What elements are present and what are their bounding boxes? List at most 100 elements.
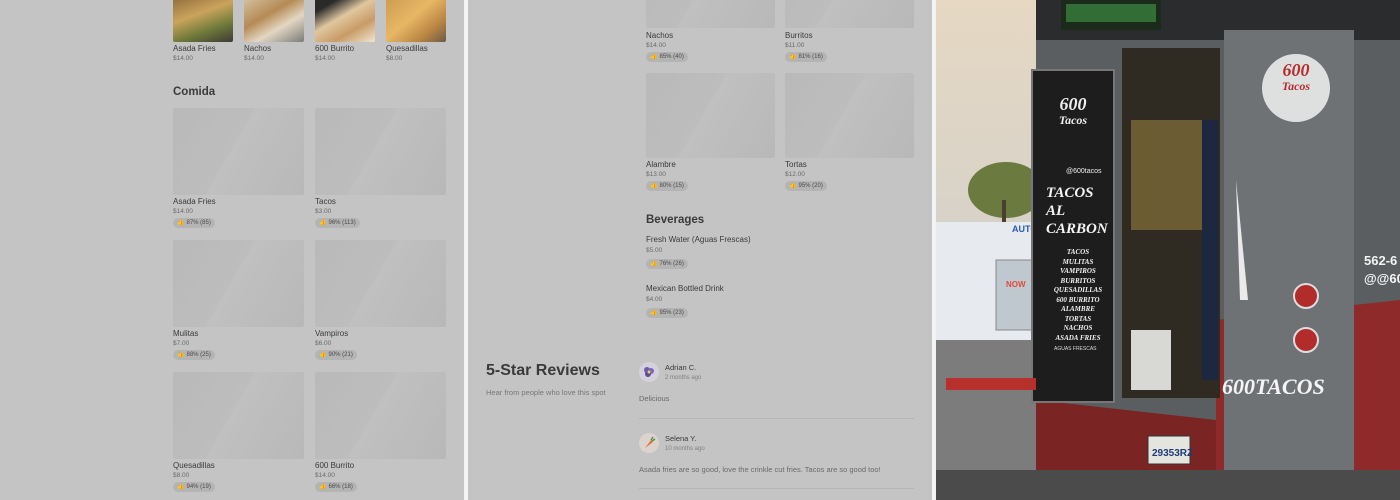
thumbs-up-icon: 👍 bbox=[319, 352, 327, 358]
menu-item-tile[interactable] bbox=[315, 240, 446, 327]
door-menu-item: QUESADILLAS bbox=[1053, 286, 1103, 294]
menu-item-rating: 👍 95% (20) bbox=[785, 181, 827, 191]
door-menu-item: 600 BURRITO bbox=[1056, 295, 1100, 304]
door-menu-item: ALAMBRE bbox=[1061, 305, 1095, 313]
side-handle-text: @@60 bbox=[1364, 271, 1400, 286]
door-menu-item: NACHOS bbox=[1063, 324, 1093, 332]
menu-item-name: Nachos bbox=[646, 31, 674, 40]
menu-item-name: Burritos bbox=[785, 31, 813, 40]
food-truck-illustration: AUTO NOW 29353RZ bbox=[936, 0, 1400, 500]
side-brand-text: 600TACOS bbox=[1222, 374, 1325, 399]
menu-item-name: Tacos bbox=[315, 197, 336, 206]
menu-item-tile[interactable] bbox=[785, 73, 914, 158]
beverage-name[interactable]: Mexican Bottled Drink bbox=[646, 284, 724, 293]
menu-item-rating: 👍 66% (18) bbox=[315, 482, 357, 492]
door-logo-number: 600 bbox=[1059, 94, 1087, 114]
rating-text: 80% (15) bbox=[659, 183, 684, 189]
door-menu-item: MULITAS bbox=[1062, 257, 1094, 266]
review-text: Asada fries are so good, love the crinkl… bbox=[639, 465, 881, 474]
menu-item-tile[interactable] bbox=[173, 240, 304, 327]
top-item-name: Asada Fries bbox=[173, 44, 216, 53]
reviews-title: 5-Star Reviews bbox=[486, 362, 600, 379]
menu-item-price: $12.00 bbox=[785, 171, 805, 178]
review-divider bbox=[639, 488, 914, 489]
door-menu-item: ASADA FRIES bbox=[1055, 333, 1101, 342]
door-menu-item: VAMPIROS bbox=[1060, 267, 1096, 275]
rating-text: 76% (26) bbox=[659, 261, 684, 267]
rating-text: 95% (23) bbox=[659, 310, 684, 316]
review-time: 10 months ago bbox=[665, 446, 705, 452]
door-logo-word: Tacos bbox=[1058, 113, 1088, 127]
license-plate-text: 29353RZ bbox=[1152, 448, 1193, 459]
rating-text: 81% (16) bbox=[798, 54, 823, 60]
item-photo-asada-fries[interactable] bbox=[173, 0, 233, 42]
item-photo-nachos[interactable] bbox=[244, 0, 304, 42]
thumbs-up-icon: 👍 bbox=[177, 352, 185, 358]
rating-text: 85% (40) bbox=[659, 54, 684, 60]
side-phone-text: 562-6 bbox=[1364, 253, 1398, 268]
section-title-beverages: Beverages bbox=[646, 214, 705, 226]
section-title-comida: Comida bbox=[173, 86, 216, 98]
menu-item-name: Alambre bbox=[646, 160, 676, 169]
neon-sign-text: NOW bbox=[1006, 280, 1026, 289]
menu-item-tile[interactable] bbox=[315, 108, 446, 195]
thumbs-up-icon: 👍 bbox=[650, 54, 658, 60]
beverage-name[interactable]: Fresh Water (Aguas Frescas) bbox=[646, 235, 751, 244]
carrot-avatar-icon bbox=[639, 433, 659, 453]
menu-item-price: $7.00 bbox=[173, 340, 190, 347]
menu-item-price: $3.00 bbox=[315, 208, 332, 215]
menu-item-tile[interactable] bbox=[785, 0, 914, 28]
menu-item-rating: 👍 81% (16) bbox=[785, 52, 827, 62]
door-menu-item: TACOS bbox=[1066, 248, 1090, 256]
reviewer-name: Selena Y. bbox=[665, 434, 697, 443]
top-item-price: $14.00 bbox=[315, 55, 335, 62]
menu-item-name: Asada Fries bbox=[173, 197, 216, 206]
menu-item-tile[interactable] bbox=[646, 0, 775, 28]
door-headline: TACOS AL CARBON bbox=[1046, 184, 1118, 238]
menu-item-name: Mulitas bbox=[173, 329, 199, 338]
side-logo-number: 600 bbox=[1282, 60, 1310, 80]
thumbs-up-icon: 👍 bbox=[789, 183, 797, 189]
door-headline-line1: TACOS bbox=[1046, 185, 1094, 201]
door-handle-text: @600tacos bbox=[1066, 168, 1102, 175]
top-item-price: $8.00 bbox=[386, 55, 403, 62]
menu-item-rating: 👍 80% (15) bbox=[646, 181, 688, 191]
item-photo-600-burrito[interactable] bbox=[315, 0, 375, 42]
thumbs-up-icon: 👍 bbox=[789, 54, 797, 60]
door-menu-list: TACOS MULITAS VAMPIROS BURRITOS QUESADIL… bbox=[1048, 248, 1108, 343]
reviewer-name: Adrian C. bbox=[665, 363, 697, 372]
thumbs-up-icon: 👍 bbox=[177, 220, 185, 226]
thumbs-up-icon: 👍 bbox=[650, 310, 658, 316]
rating-text: 96% (113) bbox=[328, 220, 356, 226]
reviewer-avatar bbox=[639, 362, 659, 382]
menu-item-name: 600 Burrito bbox=[315, 461, 355, 470]
side-contact: 562-6 @@60 bbox=[1364, 252, 1400, 288]
rating-text: 95% (20) bbox=[798, 183, 823, 189]
menu-item-price: $8.00 bbox=[173, 472, 190, 479]
rating-text: 94% (19) bbox=[186, 484, 211, 490]
menu-item-price: $14.00 bbox=[173, 208, 193, 215]
reviewer-avatar bbox=[639, 433, 659, 453]
menu-item-rating: 👍 88% (25) bbox=[173, 350, 215, 360]
door-menu-item: TORTAS bbox=[1064, 314, 1092, 323]
menu-item-rating: 👍 85% (40) bbox=[646, 52, 688, 62]
menu-item-name: Quesadillas bbox=[173, 461, 215, 470]
menu-item-tile[interactable] bbox=[646, 73, 775, 158]
review-divider bbox=[639, 418, 914, 419]
top-item-name: Nachos bbox=[244, 44, 272, 53]
menu-item-rating: 👍 90% (21) bbox=[315, 350, 357, 360]
door-menu-item: BURRITOS bbox=[1060, 276, 1096, 285]
thumbs-up-icon: 👍 bbox=[650, 261, 658, 267]
flower-avatar-icon bbox=[639, 362, 659, 382]
rating-text: 66% (18) bbox=[328, 484, 353, 490]
menu-item-price: $14.00 bbox=[646, 42, 666, 49]
item-photo-quesadillas[interactable] bbox=[386, 0, 446, 42]
menu-item-tile[interactable] bbox=[173, 372, 304, 459]
menu-item-tile[interactable] bbox=[315, 372, 446, 459]
menu-item-tile[interactable] bbox=[173, 108, 304, 195]
rating-text: 87% (85) bbox=[186, 220, 211, 226]
side-logo-word: Tacos bbox=[1281, 79, 1311, 93]
rating-text: 88% (25) bbox=[186, 352, 211, 358]
food-truck-photo[interactable]: AUTO NOW 29353RZ 600 Tacos @600tacos TAC… bbox=[936, 0, 1400, 500]
menu-item-name: Tortas bbox=[785, 160, 807, 169]
